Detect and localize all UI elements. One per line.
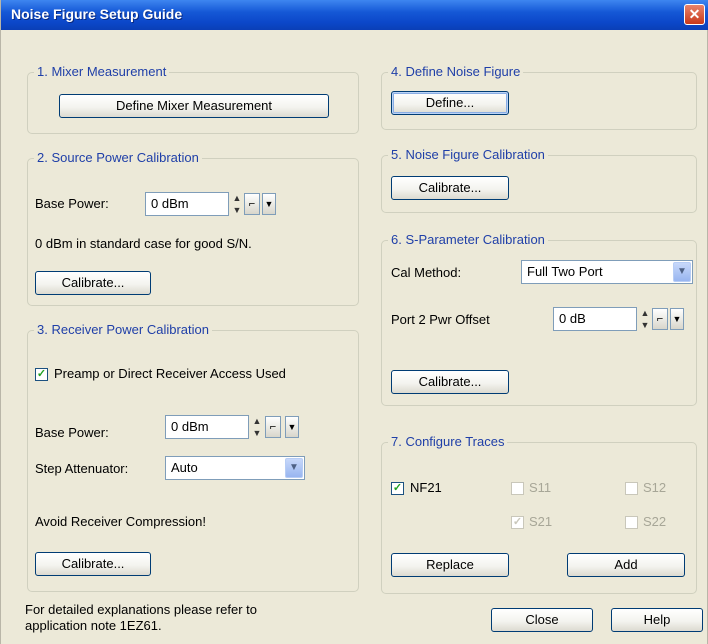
s21-label: S21 bbox=[529, 514, 553, 529]
preamp-checkbox-label[interactable]: Preamp or Direct Receiver Access Used bbox=[54, 366, 286, 381]
source-power-title: 2. Source Power Calibration bbox=[34, 150, 202, 165]
help-button[interactable]: Help bbox=[611, 608, 703, 632]
port2-offset-spinner[interactable]: ▲ ▼ bbox=[639, 307, 651, 331]
source-base-power-label: Base Power: bbox=[35, 196, 109, 211]
spin-up-icon[interactable]: ▲ bbox=[639, 307, 651, 319]
source-step-size-button[interactable]: ⌐ bbox=[244, 193, 260, 215]
footer-note-line2: application note 1EZ61. bbox=[25, 618, 162, 633]
receiver-base-power-input[interactable]: 0 dBm bbox=[165, 415, 249, 439]
mixer-measurement-title: 1. Mixer Measurement bbox=[34, 64, 170, 79]
chevron-down-icon[interactable]: ▼ bbox=[673, 262, 691, 282]
receiver-power-dropdown-button[interactable]: ▼ bbox=[285, 416, 299, 438]
source-power-dropdown-button[interactable]: ▼ bbox=[262, 193, 276, 215]
receiver-base-power-spinner[interactable]: ▲ ▼ bbox=[251, 415, 263, 439]
source-power-calibrate-button[interactable]: Calibrate... bbox=[35, 271, 151, 295]
cal-method-label: Cal Method: bbox=[391, 265, 462, 280]
s22-checkbox bbox=[625, 516, 638, 529]
configure-traces-title: 7. Configure Traces bbox=[388, 434, 508, 449]
add-trace-button[interactable]: Add bbox=[567, 553, 685, 577]
nf21-label[interactable]: NF21 bbox=[410, 480, 442, 495]
preamp-checkbox[interactable]: ✓ bbox=[35, 368, 48, 381]
spin-up-icon[interactable]: ▲ bbox=[231, 192, 243, 204]
receiver-base-power-label: Base Power: bbox=[35, 425, 109, 440]
spin-down-icon[interactable]: ▼ bbox=[251, 427, 263, 439]
step-attenuator-label: Step Attenuator: bbox=[35, 461, 129, 476]
dialog-window: Noise Figure Setup Guide ✕ 1. Mixer Meas… bbox=[0, 0, 708, 644]
define-noise-figure-button[interactable]: Define... bbox=[391, 91, 509, 115]
sparam-cal-title: 6. S-Parameter Calibration bbox=[388, 232, 548, 247]
s21-checkbox: ✓ bbox=[511, 516, 524, 529]
s11-label: S11 bbox=[529, 480, 552, 495]
spin-up-icon[interactable]: ▲ bbox=[251, 415, 263, 427]
spin-down-icon[interactable]: ▼ bbox=[231, 204, 243, 216]
port2-step-size-button[interactable]: ⌐ bbox=[652, 308, 668, 330]
receiver-power-calibrate-button[interactable]: Calibrate... bbox=[35, 552, 151, 576]
s11-checkbox bbox=[511, 482, 524, 495]
source-base-power-spinner[interactable]: ▲ ▼ bbox=[231, 192, 243, 216]
s12-label: S12 bbox=[643, 480, 667, 495]
close-button[interactable]: Close bbox=[491, 608, 593, 632]
spin-down-icon[interactable]: ▼ bbox=[639, 319, 651, 331]
source-base-power-input[interactable]: 0 dBm bbox=[145, 192, 229, 216]
source-power-hint: 0 dBm in standard case for good S/N. bbox=[35, 236, 252, 251]
replace-trace-button[interactable]: Replace bbox=[391, 553, 509, 577]
step-attenuator-select[interactable]: Auto ▼ bbox=[165, 456, 305, 480]
noise-figure-cal-title: 5. Noise Figure Calibration bbox=[388, 147, 548, 162]
title-bar[interactable]: Noise Figure Setup Guide ✕ bbox=[1, 0, 708, 30]
port2-offset-label: Port 2 Pwr Offset bbox=[391, 312, 490, 327]
noise-figure-calibrate-button[interactable]: Calibrate... bbox=[391, 176, 509, 200]
receiver-power-title: 3. Receiver Power Calibration bbox=[34, 322, 212, 337]
define-mixer-measurement-button[interactable]: Define Mixer Measurement bbox=[59, 94, 329, 118]
cal-method-value: Full Two Port bbox=[527, 264, 603, 279]
nf21-checkbox[interactable]: ✓ bbox=[391, 482, 404, 495]
receiver-step-size-button[interactable]: ⌐ bbox=[265, 416, 281, 438]
footer-note-line1: For detailed explanations please refer t… bbox=[25, 602, 257, 617]
s22-label: S22 bbox=[643, 514, 667, 529]
define-noise-figure-title: 4. Define Noise Figure bbox=[388, 64, 524, 79]
port2-offset-input[interactable]: 0 dB bbox=[553, 307, 637, 331]
chevron-down-icon[interactable]: ▼ bbox=[285, 458, 303, 478]
step-attenuator-value: Auto bbox=[171, 460, 198, 475]
port2-dropdown-button[interactable]: ▼ bbox=[670, 308, 684, 330]
sparam-calibrate-button[interactable]: Calibrate... bbox=[391, 370, 509, 394]
cal-method-select[interactable]: Full Two Port ▼ bbox=[521, 260, 693, 284]
receiver-compression-warning: Avoid Receiver Compression! bbox=[35, 514, 206, 529]
window-title: Noise Figure Setup Guide bbox=[11, 6, 183, 22]
s12-checkbox bbox=[625, 482, 638, 495]
close-icon[interactable]: ✕ bbox=[684, 4, 705, 25]
